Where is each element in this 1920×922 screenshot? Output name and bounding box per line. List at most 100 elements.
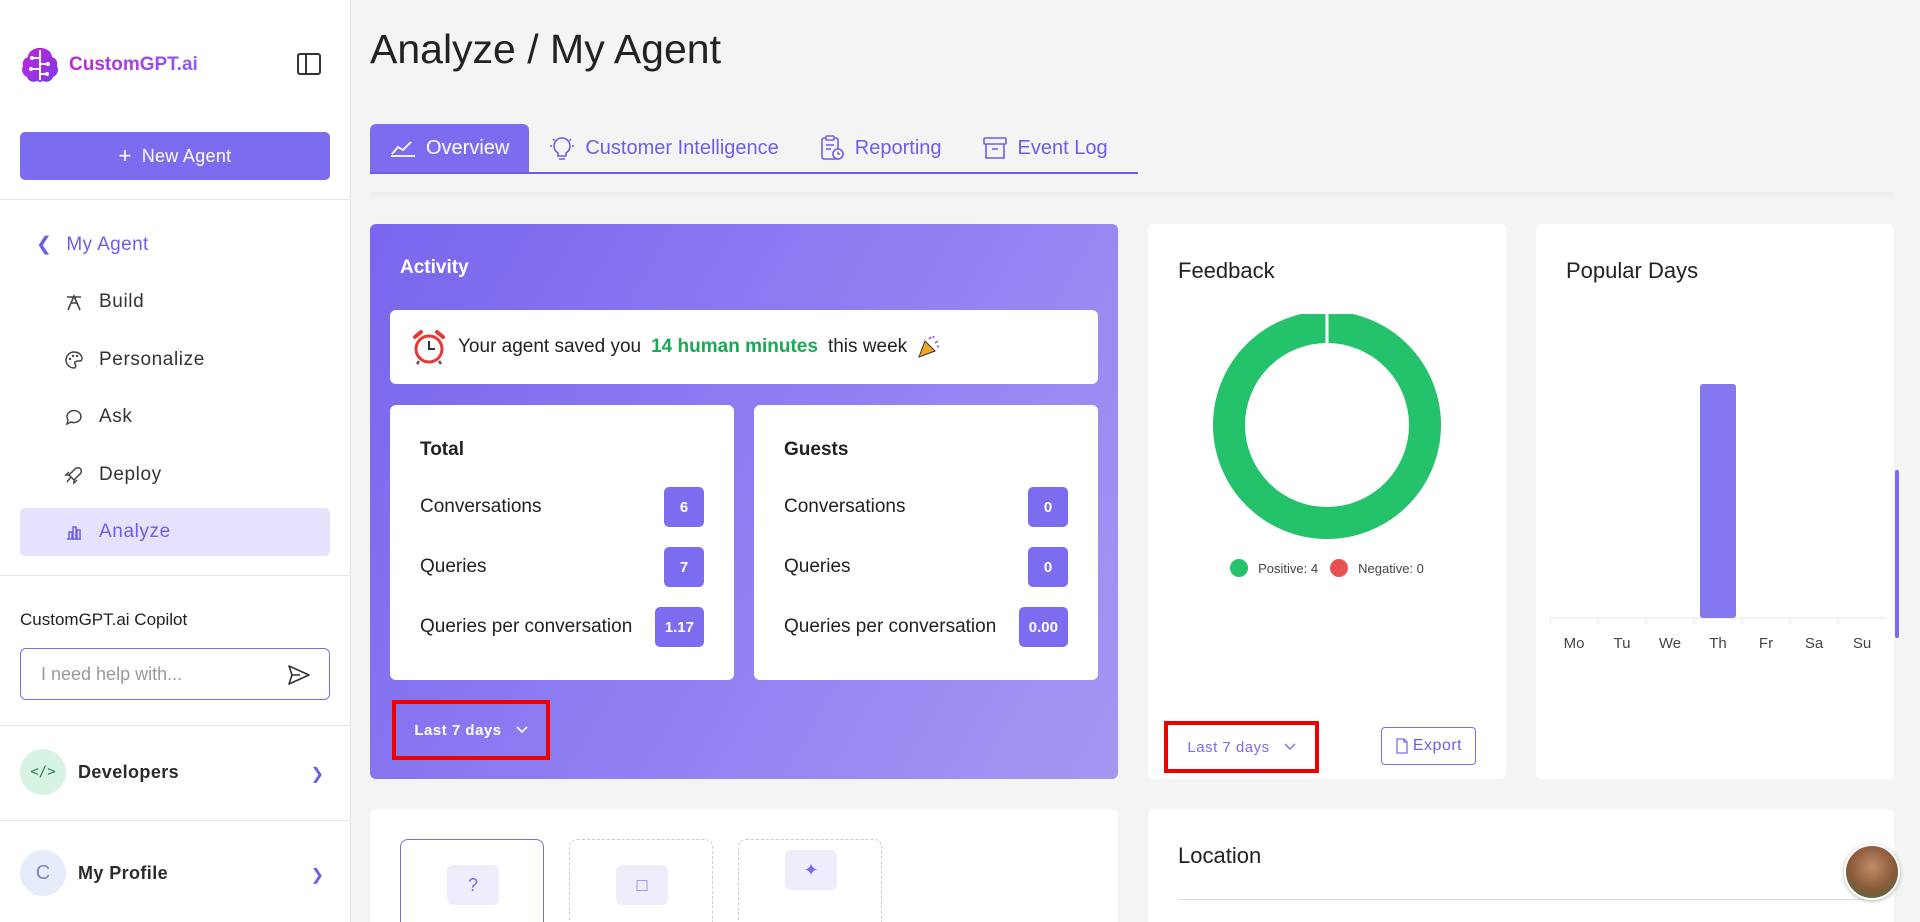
bar-chart-icon — [67, 526, 81, 540]
tab-reporting[interactable]: Reporting — [799, 124, 962, 172]
logo-text: CustomGPT.ai — [69, 54, 198, 75]
sidebar-item-deploy[interactable]: Deploy — [20, 451, 330, 499]
stat-row: Conversations 0 — [784, 487, 1068, 527]
send-icon[interactable] — [287, 664, 311, 686]
query-types-card: ? □ ✦ — [370, 809, 1118, 922]
sidebar-item-analyze[interactable]: Analyze — [20, 508, 330, 556]
click-option[interactable]: ✦ — [738, 839, 882, 922]
total-title: Total — [420, 439, 464, 460]
divider — [0, 820, 351, 821]
question-icon: ? — [447, 865, 499, 905]
stat-row: Queries 7 — [420, 547, 704, 587]
sidebar-item-personalize[interactable]: Personalize — [20, 336, 330, 384]
export-button[interactable]: Export — [1381, 727, 1476, 765]
sidebar-item-ask[interactable]: Ask — [20, 393, 330, 441]
tab-label: Overview — [426, 136, 510, 159]
build-icon — [67, 293, 81, 311]
stat-label: Queries — [784, 556, 851, 577]
sidebar-item-label: Build — [99, 291, 145, 312]
divider — [370, 192, 1894, 198]
chevron-down-icon — [516, 726, 528, 734]
tab-label: Event Log — [1017, 136, 1108, 159]
negative-legend-dot — [1330, 559, 1349, 577]
activity-range-dropdown[interactable]: Last 7 days — [392, 700, 550, 760]
stat-row: Queries 0 — [784, 547, 1068, 587]
chevron-right-icon: ❯ — [310, 766, 324, 783]
sidebar-collapse-icon[interactable] — [296, 52, 322, 76]
stat-label: Conversations — [420, 496, 542, 517]
message-icon: □ — [616, 865, 668, 905]
archive-icon — [982, 137, 1007, 159]
file-icon — [1396, 738, 1408, 754]
guests-title: Guests — [784, 439, 849, 460]
my-profile-link[interactable]: C My Profile ❯ — [20, 849, 330, 897]
popular-days-title: Popular Days — [1566, 258, 1699, 283]
activity-title: Activity — [400, 257, 469, 278]
positive-legend-label: Positive: 4 — [1258, 560, 1319, 576]
activity-card: Activity Your agent saved you 14 human m… — [370, 224, 1118, 779]
message-option[interactable]: □ — [569, 839, 713, 922]
chat-icon — [65, 409, 82, 426]
bar-th — [1700, 384, 1736, 618]
x-tick-label: Su — [1853, 635, 1871, 652]
new-agent-button[interactable]: + New Agent — [20, 132, 330, 180]
tab-bar: Overview Customer Intelligence Reporting… — [370, 124, 1138, 174]
total-stats-card: Total Conversations 6 Queries 7 Queries … — [390, 405, 734, 680]
avatar: C — [20, 850, 66, 896]
copilot-placeholder: I need help with... — [41, 663, 183, 684]
back-to-agent-link[interactable]: ❮ My Agent — [36, 233, 149, 256]
location-card: Location — [1148, 809, 1894, 922]
support-avatar[interactable] — [1844, 844, 1900, 900]
stat-row: Conversations 6 — [420, 487, 704, 527]
copilot-input[interactable]: I need help with... — [20, 648, 330, 700]
negative-legend-label: Negative: 0 — [1358, 560, 1424, 576]
stat-value: 1.17 — [654, 607, 704, 647]
question-option[interactable]: ? — [400, 839, 544, 922]
cursor-click-icon: ✦ — [785, 850, 837, 890]
feedback-donut-chart — [1213, 314, 1441, 539]
developers-label: Developers — [78, 761, 180, 782]
clipboard-clock-icon — [820, 135, 844, 160]
x-tick-label: Tu — [1614, 635, 1631, 652]
brain-logo-icon — [22, 48, 58, 82]
copilot-title: CustomGPT.ai Copilot — [20, 610, 188, 629]
stat-row: Queries per conversation 1.17 — [420, 607, 704, 647]
tab-customer-intelligence[interactable]: Customer Intelligence — [529, 124, 798, 172]
stat-row: Queries per conversation 0.00 — [784, 607, 1068, 647]
sidebar-item-label: Ask — [99, 406, 133, 427]
stat-value: 0 — [1028, 547, 1068, 587]
feedback-title: Feedback — [1178, 258, 1275, 283]
logo[interactable]: CustomGPT.ai — [19, 44, 198, 86]
stat-value: 0 — [1028, 487, 1068, 527]
sidebar-item-label: Personalize — [99, 349, 205, 370]
chevron-down-icon — [1284, 743, 1296, 750]
stat-value: 7 — [664, 547, 704, 587]
x-tick-label: Mo — [1564, 635, 1585, 652]
feedback-range-dropdown[interactable]: Last 7 days — [1164, 721, 1319, 773]
divider — [0, 199, 351, 200]
developers-link[interactable]: </> Developers ❯ — [20, 748, 330, 796]
sidebar-item-build[interactable]: Build — [20, 278, 330, 326]
stat-label: Queries per conversation — [420, 616, 633, 637]
donut-slice-positive — [1213, 314, 1441, 539]
divider — [1178, 899, 1864, 900]
x-tick-label: Sa — [1805, 635, 1824, 652]
stat-label: Queries per conversation — [784, 616, 997, 637]
scrollbar[interactable] — [1895, 470, 1899, 638]
divider — [0, 575, 351, 576]
new-agent-label: New Agent — [141, 145, 232, 166]
profile-label: My Profile — [78, 862, 169, 883]
tab-event-log[interactable]: Event Log — [962, 124, 1128, 172]
feedback-card: Feedback Positive: 4 Negative: 0 Last 7 … — [1148, 224, 1506, 779]
party-popper-icon — [918, 335, 940, 358]
tab-overview[interactable]: Overview — [370, 124, 530, 172]
code-icon: </> — [20, 749, 66, 795]
stat-label: Queries — [420, 556, 487, 577]
stat-label: Conversations — [784, 496, 906, 517]
range-label: Last 7 days — [1187, 738, 1270, 756]
palette-icon — [65, 351, 83, 369]
positive-legend-dot — [1230, 559, 1249, 577]
range-label: Last 7 days — [414, 721, 502, 739]
line-chart-icon — [391, 141, 415, 157]
popular-days-bar-chart: Mo Tu We Th Fr Sa Su — [1550, 384, 1886, 652]
